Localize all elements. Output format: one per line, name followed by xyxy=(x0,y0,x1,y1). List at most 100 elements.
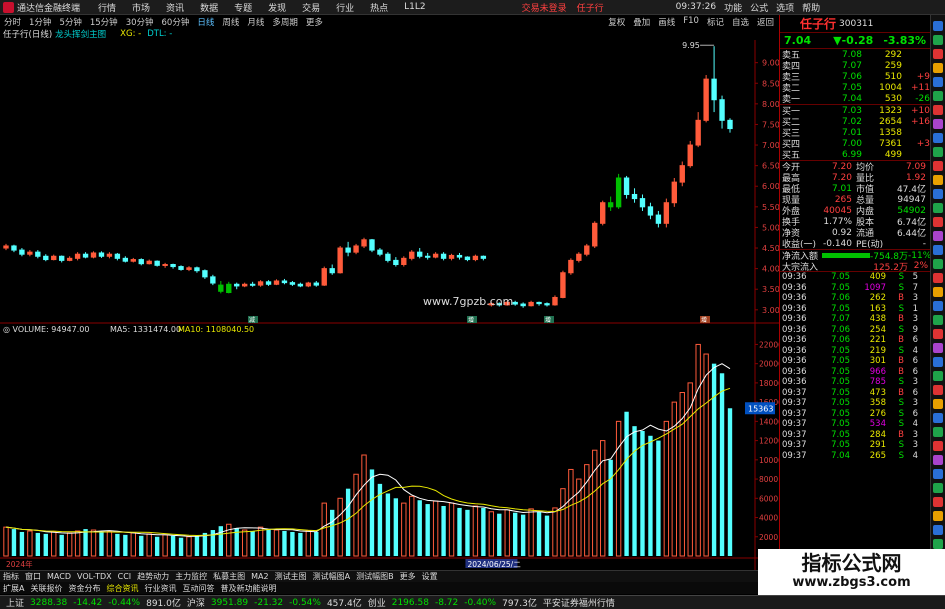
sidebar-tool-icon[interactable] xyxy=(933,175,943,185)
sidebar-tool-icon[interactable] xyxy=(933,329,943,339)
sidebar-tool-icon[interactable] xyxy=(933,77,943,87)
sidebar-tool-icon[interactable] xyxy=(933,231,943,241)
indicator-tab[interactable]: 趋势动力 xyxy=(137,571,169,582)
period-more[interactable]: 更多 xyxy=(306,16,323,28)
extension-tab[interactable]: 行业资讯 xyxy=(144,583,176,594)
extension-tab[interactable]: 资金分布 xyxy=(68,583,100,594)
sidebar-tool-icon[interactable] xyxy=(933,511,943,521)
menu-item-market[interactable]: 市场 xyxy=(132,1,150,14)
sidebar-tool-icon[interactable] xyxy=(933,259,943,269)
indicator-tab[interactable]: 指标 xyxy=(3,571,19,582)
menu-item-news[interactable]: 资讯 xyxy=(166,1,184,14)
indicator-tab[interactable]: 测试幅图B xyxy=(356,571,394,582)
sidebar-tool-icon[interactable] xyxy=(933,91,943,101)
sidebar-tool-icon[interactable] xyxy=(933,217,943,227)
period-60min[interactable]: 60分钟 xyxy=(162,16,190,28)
indicator-tab[interactable]: 主力监控 xyxy=(175,571,207,582)
menu-item-data[interactable]: 数据 xyxy=(200,1,218,14)
tool-watchlist[interactable]: 自选 xyxy=(732,16,749,28)
tool-mark[interactable]: 标记 xyxy=(707,16,724,28)
extension-tab[interactable]: 扩展A xyxy=(3,583,24,594)
menu-item-trade[interactable]: 交易 xyxy=(302,1,320,14)
sidebar-tool-icon[interactable] xyxy=(933,469,943,479)
period-multi[interactable]: 多周期 xyxy=(272,16,298,28)
sidebar-tool-icon[interactable] xyxy=(933,189,943,199)
extension-tab[interactable]: 互动问答 xyxy=(182,583,214,594)
tool-overlay[interactable]: 叠加 xyxy=(633,16,650,28)
indicator-tab[interactable]: 私募主图 xyxy=(213,571,245,582)
sidebar-tool-icon[interactable] xyxy=(933,49,943,59)
indicator-tab[interactable]: CCI xyxy=(118,572,132,581)
sidebar-tool-icon[interactable] xyxy=(933,301,943,311)
sidebar-tool-icon[interactable] xyxy=(933,161,943,171)
tool-restore-rights[interactable]: 复权 xyxy=(608,16,625,28)
extension-tab[interactable]: 关联报价 xyxy=(30,583,62,594)
sidebar-tool-icon[interactable] xyxy=(933,357,943,367)
sidebar-tool-icon[interactable] xyxy=(933,119,943,129)
sidebar-tool-icon[interactable] xyxy=(933,35,943,45)
tick-list[interactable]: 09:36 7.05 409 S 5 09:36 7.05 1097 S 7 09:36 7.06 26… xyxy=(780,272,930,461)
sidebar-tool-icon[interactable] xyxy=(933,133,943,143)
kline-chart[interactable]: 9.00 8.50 8.00 7.50 7.00 6.50 6.00 5.50 5.00 4.50… xyxy=(0,40,779,570)
period-5min[interactable]: 5分钟 xyxy=(59,16,81,28)
tick-side: S xyxy=(898,419,904,430)
sidebar-tool-icon[interactable] xyxy=(933,273,943,283)
indicator-tab[interactable]: 更多 xyxy=(400,571,416,582)
tool-f10[interactable]: F10 xyxy=(683,16,699,28)
sidebar-tool-icon[interactable] xyxy=(933,315,943,325)
sidebar-tool-icon[interactable] xyxy=(933,203,943,213)
sidebar-tool-icon[interactable] xyxy=(933,427,943,437)
sidebar-tool-icon[interactable] xyxy=(933,371,943,381)
menu-item-hotspot[interactable]: 热点 xyxy=(370,1,388,14)
menu-formula[interactable]: 公式 xyxy=(750,1,768,14)
sidebar-tool-icon[interactable] xyxy=(933,539,943,549)
menu-function[interactable]: 功能 xyxy=(724,1,742,14)
sidebar-tool-icon[interactable] xyxy=(933,525,943,535)
indicator-tab[interactable]: MACD xyxy=(47,572,71,581)
ask-row[interactable]: 卖一 7.04 530 -26 xyxy=(780,93,930,106)
sidebar-tool-icon[interactable] xyxy=(933,385,943,395)
sidebar-tool-icon[interactable] xyxy=(933,441,943,451)
bid-row[interactable]: 买五 6.99 499 xyxy=(780,149,930,162)
sidebar-tool-icon[interactable] xyxy=(933,343,943,353)
sidebar-tool-icon[interactable] xyxy=(933,497,943,507)
menu-item-quotes[interactable]: 行情 xyxy=(98,1,116,14)
tool-back[interactable]: 返回 xyxy=(757,16,774,28)
sidebar-tool-icon[interactable] xyxy=(933,413,943,423)
tool-draw[interactable]: 画线 xyxy=(658,16,675,28)
status-item: -0.54% xyxy=(289,597,321,608)
sidebar-tool-icon[interactable] xyxy=(933,287,943,297)
period-intraday[interactable]: 分时 xyxy=(4,16,21,28)
trade-login-status[interactable]: 交易未登录 xyxy=(522,1,567,14)
tick-side: S xyxy=(898,408,904,419)
period-daily[interactable]: 日线 xyxy=(197,16,214,28)
indicator-tab[interactable]: VOL-TDX xyxy=(77,572,112,581)
sidebar-tool-icon[interactable] xyxy=(933,483,943,493)
menu-item-l1l2[interactable]: L1L2 xyxy=(404,2,425,12)
indicator-tab[interactable]: 设置 xyxy=(422,571,438,582)
period-monthly[interactable]: 月线 xyxy=(247,16,264,28)
indicator-name[interactable]: 龙头挥剑主图 xyxy=(55,28,106,40)
sidebar-tool-icon[interactable] xyxy=(933,63,943,73)
sidebar-tool-icon[interactable] xyxy=(933,455,943,465)
extension-tab[interactable]: 综合资讯 xyxy=(106,583,138,594)
menu-item-industry[interactable]: 行业 xyxy=(336,1,354,14)
sidebar-tool-icon[interactable] xyxy=(933,147,943,157)
menu-item-topics[interactable]: 专题 xyxy=(234,1,252,14)
indicator-tab[interactable]: 测试主图 xyxy=(275,571,307,582)
indicator-tab[interactable]: 窗口 xyxy=(25,571,41,582)
extension-tab[interactable]: 普及新功能说明 xyxy=(220,583,276,594)
sidebar-tool-icon[interactable] xyxy=(933,245,943,255)
period-weekly[interactable]: 周线 xyxy=(222,16,239,28)
sidebar-tool-icon[interactable] xyxy=(933,105,943,115)
period-30min[interactable]: 30分钟 xyxy=(126,16,154,28)
indicator-tab[interactable]: MA2 xyxy=(251,572,268,581)
period-15min[interactable]: 15分钟 xyxy=(90,16,118,28)
menu-help[interactable]: 帮助 xyxy=(802,1,820,14)
menu-item-discover[interactable]: 发现 xyxy=(268,1,286,14)
indicator-tab[interactable]: 测试幅图A xyxy=(313,571,350,582)
sidebar-tool-icon[interactable] xyxy=(933,399,943,409)
menu-options[interactable]: 选项 xyxy=(776,1,794,14)
period-1min[interactable]: 1分钟 xyxy=(29,16,51,28)
sidebar-tool-icon[interactable] xyxy=(933,21,943,31)
